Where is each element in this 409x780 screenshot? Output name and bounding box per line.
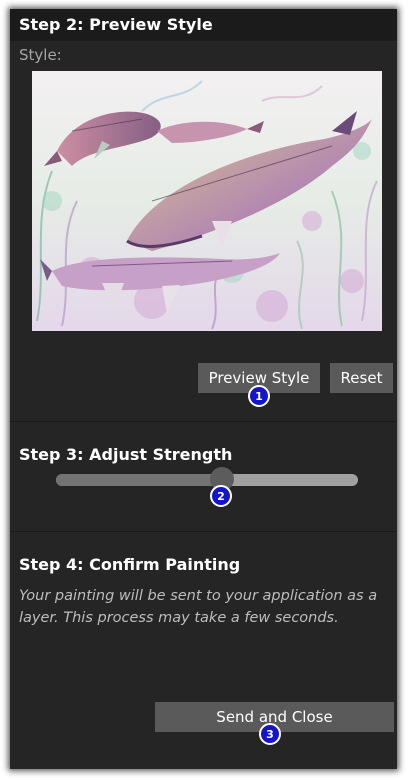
section-divider bbox=[10, 421, 397, 422]
step4-title: Step 4: Confirm Painting bbox=[19, 555, 241, 574]
section-divider bbox=[10, 531, 397, 532]
step2-title: Step 2: Preview Style bbox=[19, 15, 213, 34]
strength-slider-fill bbox=[56, 474, 223, 486]
annotation-badge-2: 2 bbox=[210, 485, 232, 507]
strength-slider-track[interactable] bbox=[56, 474, 358, 486]
style-transfer-panel: Step 2: Preview Style Style: Preview Sty… bbox=[10, 9, 397, 769]
annotation-badge-3: 3 bbox=[259, 723, 281, 745]
step4-description: Your painting will be sent to your appli… bbox=[19, 588, 378, 626]
reset-button[interactable]: Reset bbox=[330, 363, 393, 393]
step3-title: Step 3: Adjust Strength bbox=[19, 445, 233, 464]
step2-header: Step 2: Preview Style bbox=[10, 9, 397, 41]
style-artwork-image bbox=[32, 71, 382, 331]
annotation-badge-1: 1 bbox=[248, 385, 270, 407]
style-label: Style: bbox=[19, 46, 62, 64]
